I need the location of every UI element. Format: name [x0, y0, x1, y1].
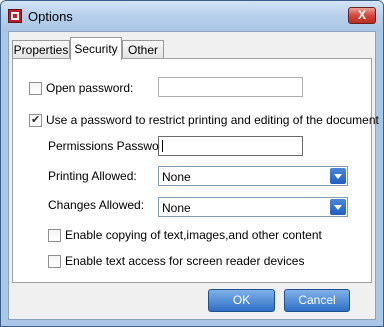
text-caret: [162, 140, 163, 152]
printing-allowed-select[interactable]: None: [158, 166, 348, 186]
changes-allowed-select[interactable]: None: [158, 197, 348, 217]
tab-security[interactable]: Security: [70, 37, 122, 60]
changes-allowed-label: Changes Allowed:: [48, 198, 145, 212]
open-password-checkbox[interactable]: [29, 82, 42, 95]
printing-allowed-value: None: [162, 170, 191, 184]
restrict-password-checkbox[interactable]: [29, 113, 42, 127]
title-bar[interactable]: Options X: [1, 1, 383, 31]
open-password-input[interactable]: [158, 77, 303, 97]
permissions-password-label: Permissions Password:: [48, 139, 173, 153]
enable-copying-label: Enable copying of text,images,and other …: [65, 228, 322, 242]
options-dialog: Options X Properties Security Other Open…: [0, 0, 384, 327]
chevron-down-icon[interactable]: [330, 199, 346, 215]
ok-button[interactable]: OK: [208, 289, 275, 312]
tab-properties[interactable]: Properties: [12, 40, 70, 59]
dialog-body: Properties Security Other Open password:…: [8, 31, 379, 320]
chevron-down-icon[interactable]: [330, 168, 346, 184]
restrict-password-label: Use a password to restrict printing and …: [46, 113, 379, 127]
enable-copying-checkbox[interactable]: [48, 229, 61, 242]
changes-allowed-value: None: [162, 201, 191, 215]
security-panel: Open password: Use a password to restric…: [12, 58, 379, 283]
enable-screen-reader-label: Enable text access for screen reader dev…: [65, 254, 305, 268]
window-title: Options: [28, 9, 73, 24]
tab-other[interactable]: Other: [122, 40, 164, 59]
close-button[interactable]: X: [348, 7, 376, 24]
cancel-button[interactable]: Cancel: [284, 289, 350, 312]
printing-allowed-label: Printing Allowed:: [48, 169, 137, 183]
enable-screen-reader-checkbox[interactable]: [48, 255, 61, 268]
app-icon: [8, 9, 22, 23]
permissions-password-input[interactable]: [158, 136, 303, 156]
open-password-label: Open password:: [46, 81, 134, 95]
